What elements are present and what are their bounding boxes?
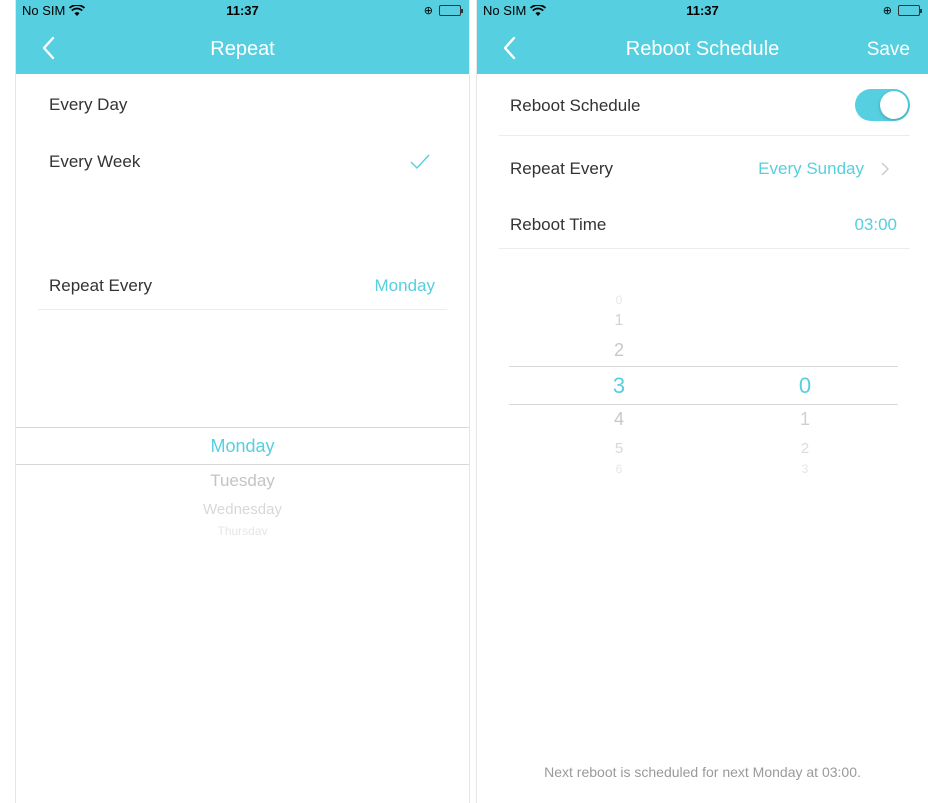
status-time: 11:37 (226, 3, 259, 18)
rotation-lock-icon: ⊕ (882, 5, 892, 17)
picker-item: 5 (614, 440, 624, 457)
repeat-every-label: Repeat Every (49, 276, 152, 295)
repeat-screen: No SIM 11:37 ⊕ Repeat Every Day Every We… (15, 0, 470, 803)
reboot-schedule-toggle[interactable] (855, 89, 910, 121)
page-title: Repeat (210, 38, 275, 60)
picker-item: 0 (615, 293, 623, 304)
picker-item: 1 (799, 409, 810, 429)
reboot-time-label: Reboot Time (510, 215, 607, 234)
repeat-every-label: Repeat Every (510, 159, 613, 178)
picker-selection-top (16, 427, 469, 428)
reboot-info-note: Next reboot is scheduled for next Monday… (544, 764, 861, 780)
divider (499, 135, 910, 136)
navigation-bar: Repeat (16, 22, 469, 74)
repeat-every-value: Every Sunday (758, 159, 864, 178)
picker-item: 3 (801, 462, 809, 473)
battery-icon (898, 5, 922, 16)
page-title: Reboot Schedule (625, 38, 780, 60)
battery-icon (439, 5, 463, 16)
toggle-knob (880, 91, 908, 119)
picker-selected-day: Monday (210, 436, 275, 456)
picker-selected-hour: 3 (612, 373, 626, 398)
status-bar: No SIM 11:37 ⊕ (16, 0, 469, 22)
divider (499, 248, 910, 249)
picker-item: 2 (800, 440, 810, 457)
picker-item: Wednesday (203, 501, 282, 518)
reboot-schedule-label: Reboot Schedule (510, 96, 641, 115)
option-label: Every Day (49, 95, 128, 114)
picker-item: 4 (613, 409, 624, 429)
reboot-schedule-screen: No SIM 11:37 ⊕ Reboot Schedule Save Rebo… (476, 0, 928, 803)
rotation-lock-icon: ⊕ (423, 5, 433, 17)
picker-item: 6 (615, 462, 623, 473)
picker-item: 2 (613, 340, 624, 360)
status-time: 11:37 (686, 3, 719, 18)
picker-item: Thursday (217, 524, 268, 535)
status-indicators: ⊕ (423, 4, 463, 17)
picker-selection-bottom (16, 464, 469, 465)
repeat-every-value: Monday (374, 276, 435, 295)
save-button[interactable]: Save (867, 39, 910, 61)
chevron-right-icon (881, 162, 889, 176)
picker-item: Tuesday (210, 471, 275, 490)
status-bar: No SIM 11:37 ⊕ (477, 0, 928, 22)
status-indicators: ⊕ (882, 4, 922, 17)
picker-selection-top (509, 366, 898, 367)
picker-item: 1 (614, 312, 624, 329)
picker-selected-minute: 0 (798, 373, 812, 398)
reboot-time-value: 03:00 (854, 215, 897, 234)
picker-selection-bottom (509, 404, 898, 405)
option-label: Every Week (49, 152, 141, 171)
divider (38, 309, 447, 310)
checkmark-icon (410, 154, 430, 170)
navigation-bar: Reboot Schedule Save (477, 22, 928, 74)
